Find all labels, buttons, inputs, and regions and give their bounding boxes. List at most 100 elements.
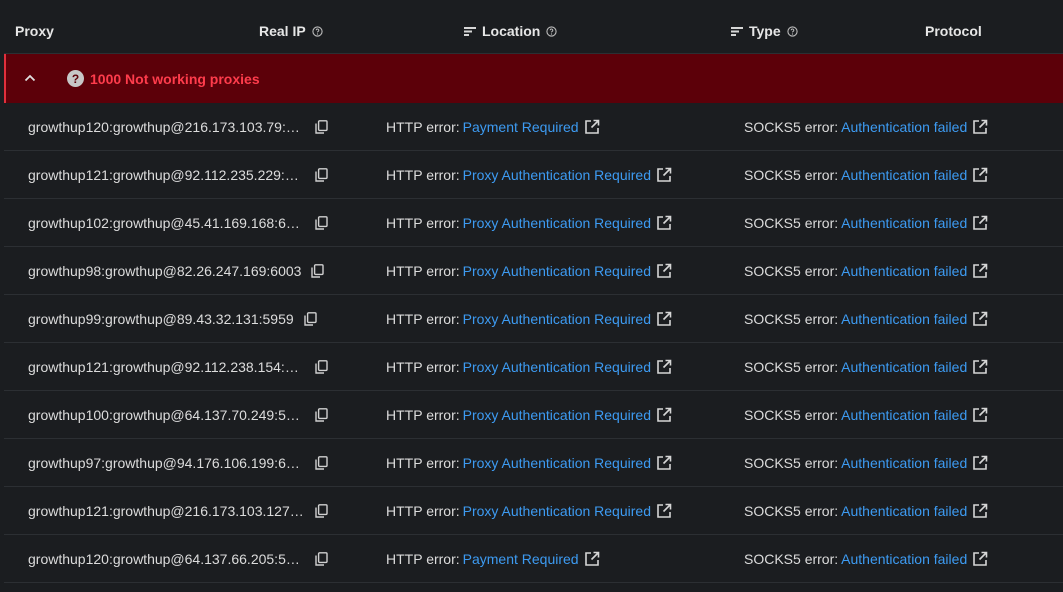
socks-status-cell: SOCKS5 error: Authentication failed [744,247,988,294]
copy-icon[interactable] [315,407,329,422]
http-error-link[interactable]: Payment Required [463,119,579,135]
http-status-cell: HTTP error: Proxy Authentication Require… [386,199,672,246]
socks-error-link[interactable]: Authentication failed [841,167,967,183]
http-error-prefix: HTTP error: [386,214,460,231]
socks-error-link[interactable]: Authentication failed [841,455,967,471]
socks-error-prefix: SOCKS5 error: [744,262,839,279]
http-error-link[interactable]: Proxy Authentication Required [463,359,651,375]
external-link-icon[interactable] [972,167,988,183]
column-header-real-ip[interactable]: Real IP [259,8,323,54]
http-status-cell: HTTP error: Proxy Authentication Require… [386,391,672,438]
http-error-prefix: HTTP error: [386,454,460,471]
copy-icon[interactable] [315,455,329,470]
http-error-link[interactable]: Proxy Authentication Required [463,311,651,327]
table-row: growthup100:growthup@64.137.70.249:58… H… [4,391,1063,439]
external-link-icon[interactable] [972,455,988,471]
http-error-link[interactable]: Proxy Authentication Required [463,263,651,279]
copy-icon[interactable] [311,263,325,278]
socks-error-prefix: SOCKS5 error: [744,166,839,183]
proxy-cell: growthup120:growthup@216.173.103.79:6… [28,103,358,150]
table-row: growthup102:growthup@45.41.169.168:68… H… [4,199,1063,247]
info-icon[interactable] [787,25,798,37]
proxy-cell: growthup102:growthup@45.41.169.168:68… [28,199,358,246]
table-row: growthup99:growthup@89.43.32.131:5959 HT… [4,295,1063,343]
socks-error-link[interactable]: Authentication failed [841,311,967,327]
http-error-prefix: HTTP error: [386,358,460,375]
http-error-link[interactable]: Proxy Authentication Required [463,455,651,471]
external-link-icon[interactable] [656,263,672,279]
socks-status-cell: SOCKS5 error: Authentication failed [744,439,988,486]
external-link-icon[interactable] [972,503,988,519]
external-link-icon[interactable] [656,311,672,327]
http-error-link[interactable]: Proxy Authentication Required [463,167,651,183]
copy-icon[interactable] [315,119,329,134]
column-header-protocol[interactable]: Protocol [925,8,982,54]
socks-error-prefix: SOCKS5 error: [744,550,839,567]
chevron-up-icon[interactable] [22,70,38,86]
copy-icon[interactable] [315,167,329,182]
http-error-prefix: HTTP error: [386,118,460,135]
external-link-icon[interactable] [584,551,600,567]
column-header-location[interactable]: Location [464,8,557,54]
table-row: growthup121:growthup@92.112.238.154:7… H… [4,343,1063,391]
proxy-cell: growthup120:growthup@64.137.66.205:57… [28,535,358,582]
external-link-icon[interactable] [972,311,988,327]
socks-error-link[interactable]: Authentication failed [841,551,967,567]
external-link-icon[interactable] [972,263,988,279]
proxy-cell: growthup100:growthup@64.137.70.249:58… [28,391,358,438]
sort-icon[interactable] [464,26,476,37]
copy-icon[interactable] [315,503,329,518]
table-row: growthup120:growthup@64.137.66.205:57… H… [4,535,1063,583]
info-icon[interactable] [546,25,557,37]
socks-error-link[interactable]: Authentication failed [841,215,967,231]
column-header-type[interactable]: Type [731,8,798,54]
column-header-type-label: Type [749,23,781,39]
http-error-link[interactable]: Proxy Authentication Required [463,407,651,423]
http-error-link[interactable]: Proxy Authentication Required [463,503,651,519]
http-status-cell: HTTP error: Proxy Authentication Require… [386,151,672,198]
column-header-proxy-label: Proxy [15,23,54,39]
external-link-icon[interactable] [972,119,988,135]
external-link-icon[interactable] [656,455,672,471]
external-link-icon[interactable] [656,503,672,519]
external-link-icon[interactable] [656,215,672,231]
proxy-cell: growthup121:growthup@92.112.238.154:7… [28,343,358,390]
table-header: Proxy Real IP Location Type Protocol [4,8,1063,54]
copy-icon[interactable] [315,551,329,566]
proxy-address: growthup121:growthup@216.173.103.127:… [28,502,305,519]
http-error-prefix: HTTP error: [386,502,460,519]
group-label: ? 1000 Not working proxies [67,70,260,87]
external-link-icon[interactable] [972,407,988,423]
external-link-icon[interactable] [972,215,988,231]
table-row: growthup121:growthup@216.173.103.127:… H… [4,487,1063,535]
socks-status-cell: SOCKS5 error: Authentication failed [744,199,988,246]
external-link-icon[interactable] [584,119,600,135]
external-link-icon[interactable] [656,167,672,183]
copy-icon[interactable] [315,359,329,374]
socks-error-link[interactable]: Authentication failed [841,263,967,279]
group-label-text: 1000 Not working proxies [90,70,260,87]
external-link-icon[interactable] [656,407,672,423]
external-link-icon[interactable] [972,551,988,567]
external-link-icon[interactable] [656,359,672,375]
http-error-link[interactable]: Payment Required [463,551,579,567]
sort-icon[interactable] [731,26,743,37]
socks-error-link[interactable]: Authentication failed [841,119,967,135]
socks-error-prefix: SOCKS5 error: [744,502,839,519]
http-error-link[interactable]: Proxy Authentication Required [463,215,651,231]
http-error-prefix: HTTP error: [386,166,460,183]
copy-icon[interactable] [303,311,318,326]
socks-error-link[interactable]: Authentication failed [841,407,967,423]
info-icon[interactable] [312,25,323,37]
external-link-icon[interactable] [972,359,988,375]
proxy-address: growthup98:growthup@82.26.247.169:6003 [28,262,302,279]
column-header-proxy[interactable]: Proxy [15,8,54,54]
socks-error-link[interactable]: Authentication failed [841,359,967,375]
table-row: growthup97:growthup@94.176.106.199:66… H… [4,439,1063,487]
copy-icon[interactable] [315,215,329,230]
table-row: growthup120:growthup@216.173.103.79:6… H… [4,103,1063,151]
table-body: growthup120:growthup@216.173.103.79:6… H… [4,103,1063,583]
socks-error-link[interactable]: Authentication failed [841,503,967,519]
socks-status-cell: SOCKS5 error: Authentication failed [744,391,988,438]
not-working-group-row[interactable]: ? 1000 Not working proxies [4,54,1063,103]
